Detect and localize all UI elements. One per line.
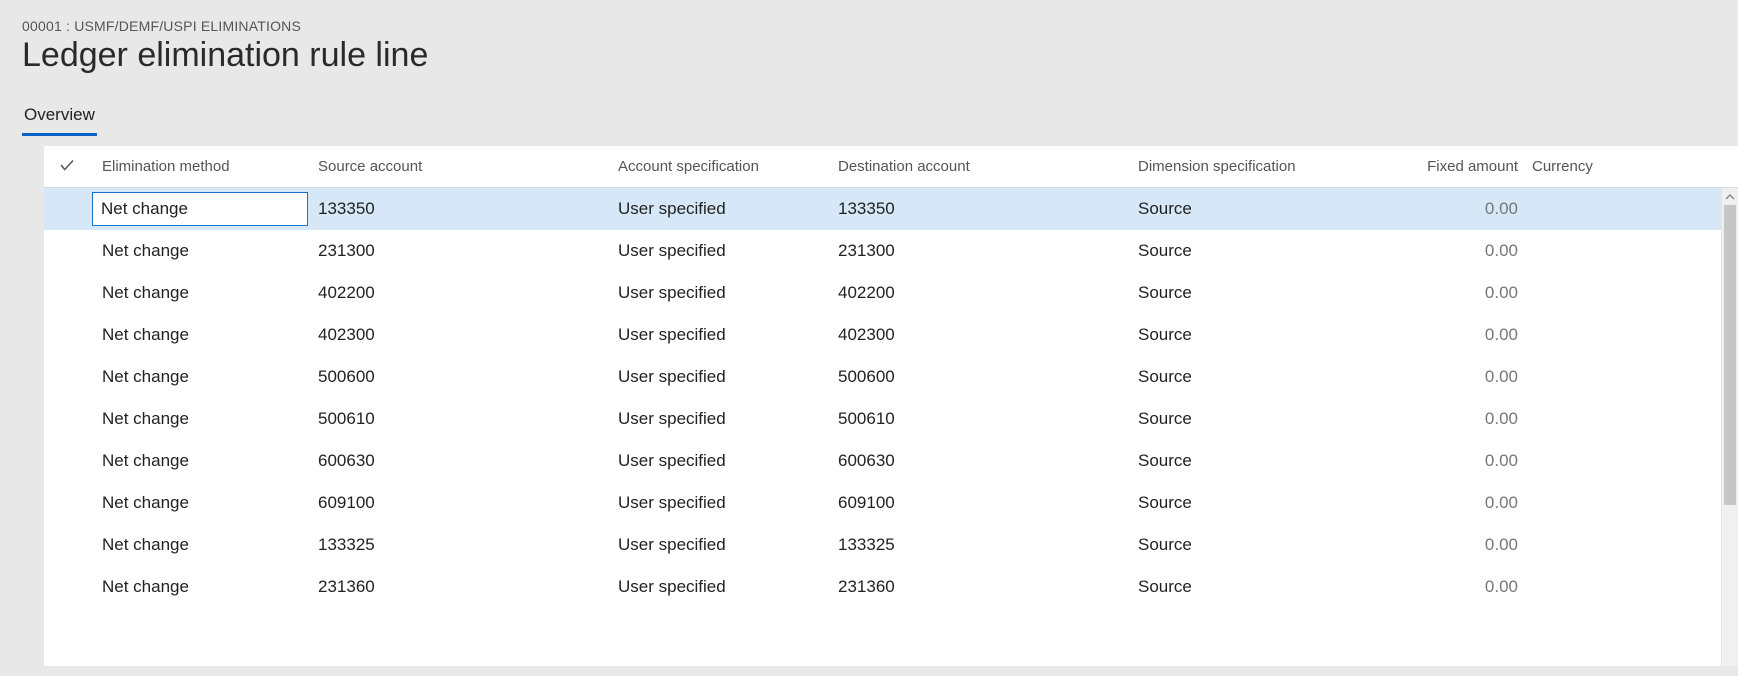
cell-source-account[interactable]: 402300	[314, 325, 614, 345]
cell-dimension-specification[interactable]: Source	[1134, 325, 1388, 345]
cell-dimension-specification[interactable]: Source	[1134, 409, 1388, 429]
col-header-elimination-method[interactable]: Elimination method	[90, 158, 314, 175]
cell-source-account[interactable]: 402200	[314, 283, 614, 303]
cell-account-specification[interactable]: User specified	[614, 283, 834, 303]
cell-source-account[interactable]: 133350	[314, 199, 614, 219]
cell-account-specification[interactable]: User specified	[614, 451, 834, 471]
cell-source-account[interactable]: 231360	[314, 577, 614, 597]
cell-elimination-method[interactable]: Net change	[90, 241, 314, 261]
table-row[interactable]: Net change231360User specified231360Sour…	[44, 566, 1738, 608]
col-header-destination-account[interactable]: Destination account	[834, 158, 1134, 175]
scroll-thumb[interactable]	[1724, 205, 1736, 505]
cell-elimination-method[interactable]: Net change	[90, 493, 314, 513]
breadcrumb: 00001 : USMF/DEMF/USPI ELIMINATIONS	[22, 18, 1738, 34]
cell-destination-account[interactable]: 133325	[834, 535, 1134, 555]
cell-account-specification[interactable]: User specified	[614, 241, 834, 261]
cell-destination-account[interactable]: 500600	[834, 367, 1134, 387]
cell-fixed-amount[interactable]: 0.00	[1388, 367, 1528, 387]
cell-dimension-specification[interactable]: Source	[1134, 199, 1388, 219]
cell-fixed-amount[interactable]: 0.00	[1388, 325, 1528, 345]
cell-dimension-specification[interactable]: Source	[1134, 493, 1388, 513]
grid-header-row: Elimination method Source account Accoun…	[44, 146, 1738, 188]
cell-fixed-amount[interactable]: 0.00	[1388, 283, 1528, 303]
grid-body: Net change133350User specified133350Sour…	[44, 188, 1738, 608]
cell-fixed-amount[interactable]: 0.00	[1388, 535, 1528, 555]
cell-account-specification[interactable]: User specified	[614, 535, 834, 555]
table-row[interactable]: Net change402300User specified402300Sour…	[44, 314, 1738, 356]
table-row[interactable]: Net change133350User specified133350Sour…	[44, 188, 1738, 230]
cell-source-account[interactable]: 609100	[314, 493, 614, 513]
cell-source-account[interactable]: 500610	[314, 409, 614, 429]
cell-fixed-amount[interactable]: 0.00	[1388, 241, 1528, 261]
cell-fixed-amount[interactable]: 0.00	[1388, 451, 1528, 471]
cell-source-account[interactable]: 133325	[314, 535, 614, 555]
cell-source-account[interactable]: 500600	[314, 367, 614, 387]
table-row[interactable]: Net change609100User specified609100Sour…	[44, 482, 1738, 524]
cell-account-specification[interactable]: User specified	[614, 199, 834, 219]
col-header-dimension-specification[interactable]: Dimension specification	[1134, 158, 1388, 175]
col-header-fixed-amount[interactable]: Fixed amount	[1388, 158, 1528, 175]
grid: Elimination method Source account Accoun…	[44, 146, 1738, 666]
checkmark-icon	[58, 156, 76, 178]
cell-dimension-specification[interactable]: Source	[1134, 577, 1388, 597]
cell-dimension-specification[interactable]: Source	[1134, 283, 1388, 303]
cell-elimination-method[interactable]: Net change	[90, 325, 314, 345]
cell-elimination-method[interactable]: Net change	[90, 192, 314, 226]
cell-account-specification[interactable]: User specified	[614, 325, 834, 345]
vertical-scrollbar[interactable]	[1721, 188, 1738, 666]
cell-elimination-method[interactable]: Net change	[90, 451, 314, 471]
cell-dimension-specification[interactable]: Source	[1134, 535, 1388, 555]
cell-destination-account[interactable]: 402300	[834, 325, 1134, 345]
cell-dimension-specification[interactable]: Source	[1134, 451, 1388, 471]
cell-account-specification[interactable]: User specified	[614, 577, 834, 597]
cell-fixed-amount[interactable]: 0.00	[1388, 493, 1528, 513]
cell-elimination-method[interactable]: Net change	[90, 283, 314, 303]
cell-account-specification[interactable]: User specified	[614, 409, 834, 429]
cell-destination-account[interactable]: 231360	[834, 577, 1134, 597]
cell-destination-account[interactable]: 600630	[834, 451, 1134, 471]
tab-strip: Overview	[22, 101, 1738, 136]
cell-elimination-method[interactable]: Net change	[90, 577, 314, 597]
cell-elimination-method[interactable]: Net change	[90, 535, 314, 555]
cell-elimination-method[interactable]: Net change	[90, 409, 314, 429]
cell-destination-account[interactable]: 133350	[834, 199, 1134, 219]
cell-destination-account[interactable]: 609100	[834, 493, 1134, 513]
table-row[interactable]: Net change500610User specified500610Sour…	[44, 398, 1738, 440]
col-header-currency[interactable]: Currency	[1528, 158, 1600, 175]
table-row[interactable]: Net change231300User specified231300Sour…	[44, 230, 1738, 272]
select-all-header[interactable]	[44, 156, 90, 178]
page-title: Ledger elimination rule line	[22, 36, 1738, 75]
cell-fixed-amount[interactable]: 0.00	[1388, 409, 1528, 429]
cell-fixed-amount[interactable]: 0.00	[1388, 199, 1528, 219]
cell-destination-account[interactable]: 402200	[834, 283, 1134, 303]
cell-source-account[interactable]: 231300	[314, 241, 614, 261]
cell-fixed-amount[interactable]: 0.00	[1388, 577, 1528, 597]
cell-dimension-specification[interactable]: Source	[1134, 367, 1388, 387]
col-header-source-account[interactable]: Source account	[314, 158, 614, 175]
tab-overview[interactable]: Overview	[22, 101, 97, 136]
table-row[interactable]: Net change402200User specified402200Sour…	[44, 272, 1738, 314]
cell-account-specification[interactable]: User specified	[614, 493, 834, 513]
table-row[interactable]: Net change500600User specified500600Sour…	[44, 356, 1738, 398]
cell-elimination-method[interactable]: Net change	[90, 367, 314, 387]
cell-destination-account[interactable]: 500610	[834, 409, 1134, 429]
scroll-up-icon[interactable]	[1722, 188, 1738, 205]
col-header-account-specification[interactable]: Account specification	[614, 158, 834, 175]
table-row[interactable]: Net change600630User specified600630Sour…	[44, 440, 1738, 482]
cell-dimension-specification[interactable]: Source	[1134, 241, 1388, 261]
focused-cell[interactable]: Net change	[92, 192, 308, 226]
cell-source-account[interactable]: 600630	[314, 451, 614, 471]
cell-destination-account[interactable]: 231300	[834, 241, 1134, 261]
cell-account-specification[interactable]: User specified	[614, 367, 834, 387]
table-row[interactable]: Net change133325User specified133325Sour…	[44, 524, 1738, 566]
